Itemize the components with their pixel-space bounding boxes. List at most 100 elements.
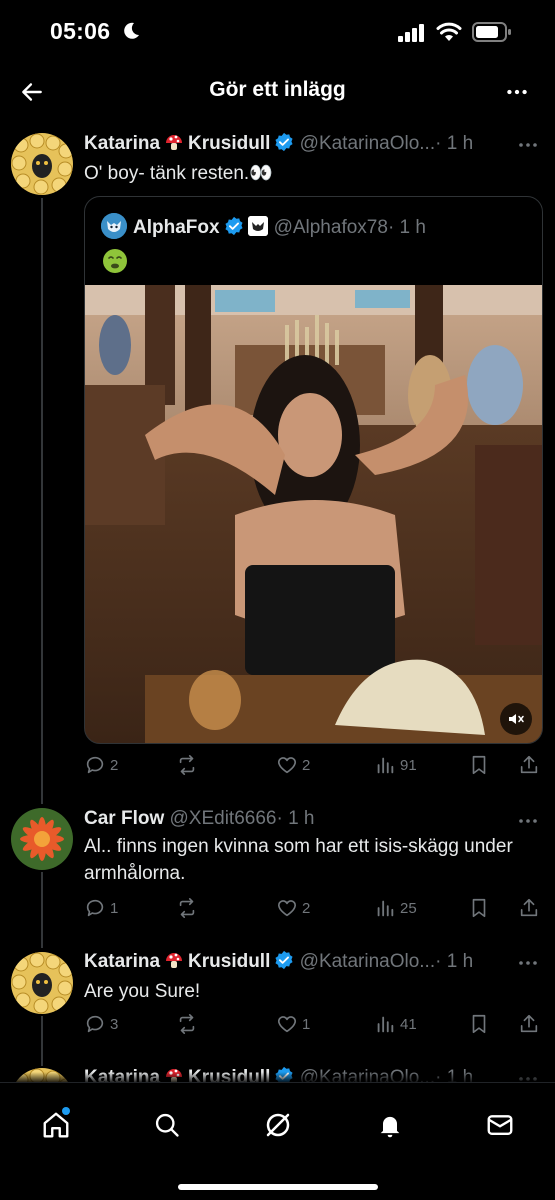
avatar-image (11, 952, 73, 1014)
like-button[interactable]: 2 (276, 751, 310, 779)
like-count: 1 (302, 1015, 311, 1033)
author-name[interactable]: Katarina (84, 133, 160, 154)
tweet-text: Al.. finns ingen kvinna som har ett isis… (84, 836, 513, 884)
author-name[interactable]: Katarina (84, 951, 160, 972)
mute-video-button[interactable] (500, 703, 532, 735)
share-icon (520, 898, 538, 917)
tweet-time: · 1 h (435, 951, 474, 972)
quoted-tweet-card[interactable]: AlphaFox @Alphafox78· 1 h (84, 196, 543, 744)
nauseated-face-emoji-icon (103, 249, 127, 273)
mushroom-emoji-icon (166, 953, 183, 968)
author-handle[interactable]: @KatarinaOlo... (300, 133, 435, 154)
avatar-image (11, 133, 73, 195)
notifications-bell-icon (380, 1116, 400, 1138)
thread-line (41, 1016, 43, 1066)
bookmark-button[interactable] (468, 751, 490, 779)
heart-icon (277, 1016, 297, 1033)
tweet-action-bar: 3 1 41 (84, 1010, 544, 1038)
quoted-author-handle: @Alphafox78 (273, 217, 388, 238)
nav-grok[interactable] (256, 1103, 300, 1147)
nav-notifications[interactable] (368, 1103, 412, 1147)
author-handle[interactable]: @XEdit6666 (170, 808, 277, 829)
tweet-author-line: Katarina Krusidull @KatarinaOlo...· 1 h (84, 950, 524, 976)
reply-count: 3 (110, 1015, 119, 1033)
author-name[interactable]: Car Flow (84, 808, 164, 829)
bookmark-icon (472, 755, 486, 775)
tweet-author-line: Car Flow @XEdit6666· 1 h (84, 808, 524, 834)
views-chart-icon (377, 1016, 394, 1033)
more-horizontal-icon (507, 89, 527, 95)
repost-button[interactable] (176, 751, 202, 779)
repost-icon (179, 755, 195, 775)
quoted-video[interactable] (85, 285, 542, 743)
verified-badge-icon (275, 132, 293, 152)
author-handle[interactable]: @KatarinaOlo... (300, 951, 435, 972)
quoted-author-line: AlphaFox @Alphafox78· 1 h (101, 213, 426, 239)
bookmark-button[interactable] (468, 1010, 490, 1038)
mushroom-emoji-icon (166, 135, 183, 150)
quoted-author-name: AlphaFox (133, 217, 220, 238)
verified-badge-icon (275, 950, 293, 970)
reply-icon (86, 1015, 104, 1033)
affiliate-badge-icon (247, 216, 268, 236)
views-chart-icon (377, 900, 394, 917)
status-time: 05:06 (50, 18, 111, 44)
do-not-disturb-moon-icon (124, 22, 139, 39)
reply-icon (86, 756, 104, 774)
views-button[interactable]: 91 (374, 751, 417, 779)
heart-icon (277, 757, 297, 774)
avatar-image (11, 808, 73, 870)
tweet-time: · 1 h (435, 133, 474, 154)
heart-icon (277, 900, 297, 917)
page-title: Gör ett inlägg (209, 78, 346, 101)
share-icon (520, 755, 538, 774)
search-icon (155, 1113, 179, 1137)
avatar[interactable] (11, 808, 73, 870)
reply-button[interactable]: 1 (84, 894, 118, 922)
tweet-author-line: Katarina Krusidull @KatarinaOlo...· 1 h (84, 132, 524, 158)
reply-count: 2 (110, 756, 119, 774)
view-count: 25 (400, 899, 417, 917)
more-options-button[interactable] (501, 76, 533, 108)
reply-button[interactable]: 2 (84, 751, 118, 779)
wifi-icon (436, 22, 462, 41)
repost-button[interactable] (176, 894, 202, 922)
like-button[interactable]: 1 (276, 1010, 310, 1038)
home-indicator (178, 1184, 378, 1190)
reply-icon (86, 899, 104, 917)
view-count: 41 (400, 1015, 417, 1033)
bookmark-icon (472, 1014, 486, 1034)
notification-dot (62, 1107, 70, 1115)
like-count: 2 (302, 899, 311, 917)
repost-button[interactable] (176, 1010, 202, 1038)
author-name[interactable]: Krusidull (188, 133, 270, 154)
repost-icon (179, 898, 195, 918)
more-horizontal-icon[interactable] (515, 811, 541, 831)
thread-line (41, 198, 43, 804)
nav-home[interactable] (34, 1103, 78, 1147)
messages-envelope-icon (487, 1115, 513, 1135)
like-button[interactable]: 2 (276, 894, 310, 922)
avatar[interactable] (11, 133, 73, 195)
repost-icon (179, 1014, 195, 1034)
author-name[interactable]: Krusidull (188, 951, 270, 972)
more-horizontal-icon[interactable] (515, 953, 541, 973)
bookmark-icon (472, 898, 486, 918)
share-button[interactable] (518, 1010, 540, 1038)
reply-count: 1 (110, 899, 119, 917)
views-button[interactable]: 41 (374, 1010, 417, 1038)
thread-line (41, 872, 43, 948)
avatar[interactable] (11, 952, 73, 1014)
grok-icon (266, 1113, 290, 1137)
video-thumbnail-image (85, 285, 542, 743)
views-chart-icon (377, 757, 394, 774)
share-button[interactable] (518, 894, 540, 922)
share-button[interactable] (518, 751, 540, 779)
more-horizontal-icon[interactable] (515, 135, 541, 155)
bookmark-button[interactable] (468, 894, 490, 922)
nav-messages[interactable] (478, 1103, 522, 1147)
reply-button[interactable]: 3 (84, 1010, 118, 1038)
nav-search[interactable] (145, 1103, 189, 1147)
bottom-navigation (0, 1082, 555, 1200)
views-button[interactable]: 25 (374, 894, 417, 922)
